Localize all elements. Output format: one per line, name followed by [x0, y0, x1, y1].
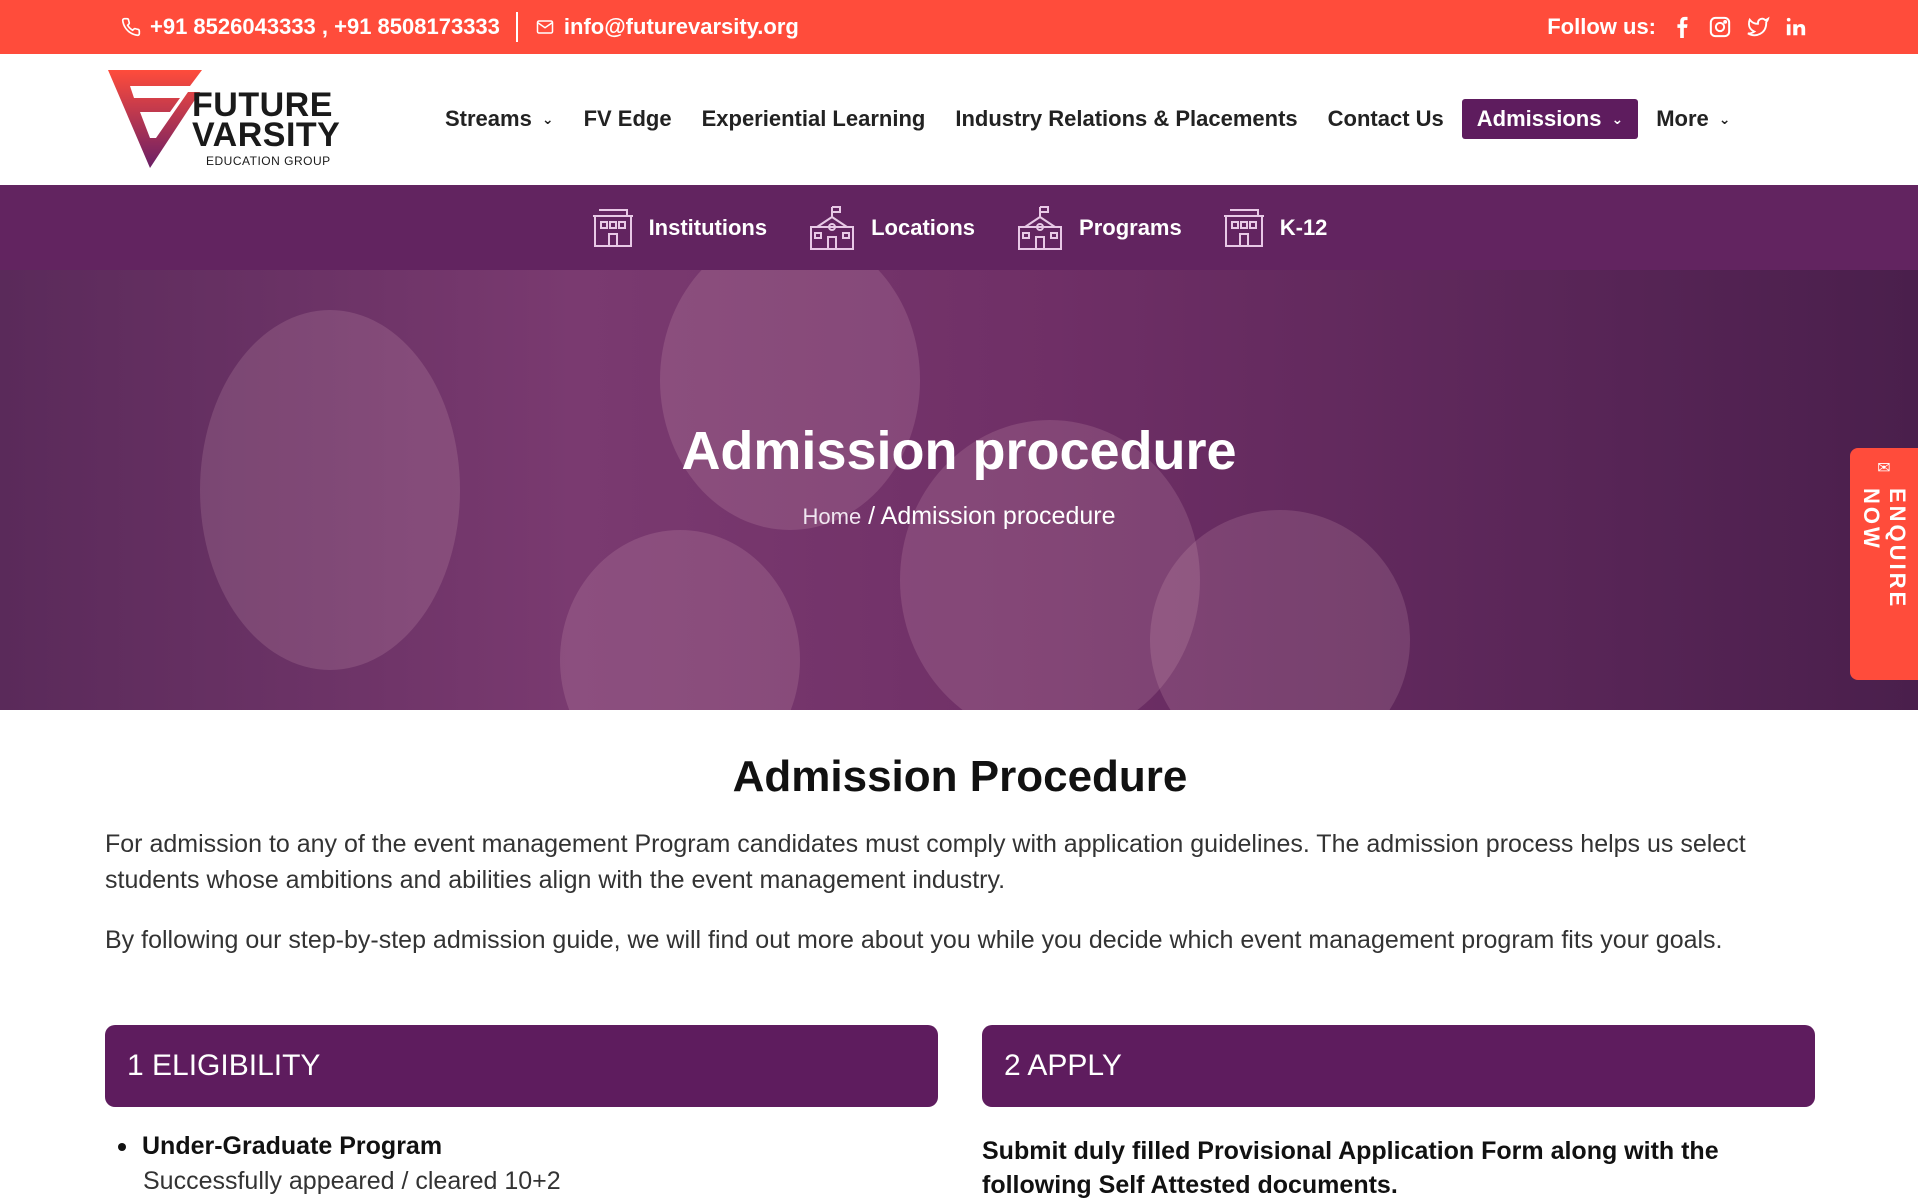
intro-paragraph: For admission to any of the event manage… [105, 830, 1746, 894]
main-nav: Streams ⌄ FV Edge Experiential Learning … [430, 98, 1746, 140]
nav-label: Experiential Learning [701, 106, 926, 131]
nav-item-industry-relations[interactable]: Industry Relations & Placements [940, 99, 1312, 139]
site-header: FUTURE VARSITY EDUCATION GROUP Streams ⌄… [0, 54, 1918, 185]
hero-photo-shape [200, 310, 460, 670]
section-title: Admission Procedure [732, 752, 1188, 801]
nav-item-fv-edge[interactable]: FV Edge [569, 99, 687, 139]
nav-label: Admissions [1476, 106, 1602, 131]
nav-label: Streams [445, 106, 532, 131]
breadcrumb: Home / Admission procedure [0, 502, 1918, 531]
eligibility-list: Under-Graduate Program Successfully appe… [118, 1132, 561, 1196]
email-link[interactable]: info@futurevarsity.org [564, 14, 799, 40]
logo-text-group: EDUCATION GROUP [206, 154, 331, 168]
mail-icon [534, 16, 556, 38]
building-icon [592, 208, 633, 247]
subnav-label: K-12 [1279, 214, 1328, 240]
subnav-label: Programs [1079, 214, 1182, 240]
hero-photo-shape [560, 530, 800, 710]
guide-paragraph: By following our step-by-step admission … [105, 926, 1723, 954]
contact-info: +91 8526043333 , +91 8508173333 info@fut… [120, 0, 799, 54]
program-heading: Under-Graduate Program [142, 1132, 443, 1160]
subnav-item-institutions[interactable]: Institutions [591, 206, 768, 250]
nav-label: FV Edge [583, 106, 672, 131]
nav-label: Contact Us [1327, 106, 1444, 131]
list-item: Under-Graduate Program [118, 1132, 561, 1161]
top-bar: +91 8526043333 , +91 8508173333 info@fut… [0, 0, 1918, 54]
subnav-label: Locations [871, 214, 976, 240]
building-icon [1223, 208, 1264, 247]
enquire-now-button[interactable]: ✉ ENQUIRE NOW [1850, 448, 1918, 680]
mail-icon: ✉ [1877, 460, 1891, 477]
nav-item-admissions[interactable]: Admissions ⌄ [1461, 99, 1639, 139]
nav-item-more[interactable]: More ⌄ [1641, 99, 1745, 139]
sub-nav: Institutions Locations Programs K-12 [0, 185, 1918, 270]
linkedin-icon[interactable] [1784, 15, 1808, 39]
step-label: 2 APPLY [1004, 1049, 1122, 1082]
main-content: Admission Procedure For admission to any… [105, 752, 1815, 958]
program-requirement: Successfully appeared / cleared 10+2 [143, 1167, 561, 1195]
nav-label: More [1656, 106, 1709, 131]
hero-photo-shape [660, 270, 920, 530]
phone-numbers[interactable]: +91 8526043333 , +91 8508173333 [150, 14, 500, 40]
chevron-down-icon: ⌄ [1718, 110, 1731, 127]
subnav-item-locations[interactable]: Locations [807, 205, 975, 251]
page-title: Admission procedure [681, 421, 1237, 481]
divider [515, 12, 518, 42]
chevron-down-icon: ⌄ [541, 110, 554, 127]
subnav-label: Institutions [648, 214, 768, 240]
chevron-down-icon: ⌄ [1611, 110, 1624, 127]
step-apply-header[interactable]: 2 APPLY [982, 1025, 1815, 1107]
nav-label: Industry Relations & Placements [955, 106, 1298, 131]
school-icon [1018, 205, 1063, 250]
nav-item-streams[interactable]: Streams ⌄ [430, 99, 569, 139]
social-follow: Follow us: [1547, 0, 1808, 54]
breadcrumb-current: Admission procedure [880, 502, 1116, 530]
facebook-icon[interactable] [1670, 15, 1694, 39]
follow-label: Follow us: [1547, 14, 1656, 39]
step-eligibility-header[interactable]: 1 ELIGIBILITY [105, 1025, 938, 1107]
bullet [118, 1142, 126, 1151]
nav-item-experiential-learning[interactable]: Experiential Learning [687, 99, 941, 139]
subnav-item-programs[interactable]: Programs [1015, 205, 1182, 251]
logo-text-varsity: VARSITY [192, 116, 341, 154]
hero-banner: Admission procedure Home / Admission pro… [0, 270, 1918, 710]
future-varsity-logo[interactable]: FUTURE VARSITY EDUCATION GROUP [104, 68, 354, 172]
school-icon [810, 205, 855, 250]
instagram-icon[interactable] [1708, 15, 1732, 39]
breadcrumb-separator: / [861, 502, 881, 530]
twitter-icon[interactable] [1746, 15, 1770, 39]
nav-item-contact-us[interactable]: Contact Us [1313, 99, 1459, 139]
subnav-item-k12[interactable]: K-12 [1222, 206, 1328, 250]
logo-mark [108, 70, 202, 168]
apply-instructions: Submit duly filled Provisional Applicati… [982, 1137, 1719, 1198]
phone-icon [120, 16, 142, 38]
enquire-label: ENQUIRE NOW [1859, 488, 1910, 610]
breadcrumb-home[interactable]: Home [803, 504, 862, 529]
step-label: 1 ELIGIBILITY [127, 1049, 321, 1082]
